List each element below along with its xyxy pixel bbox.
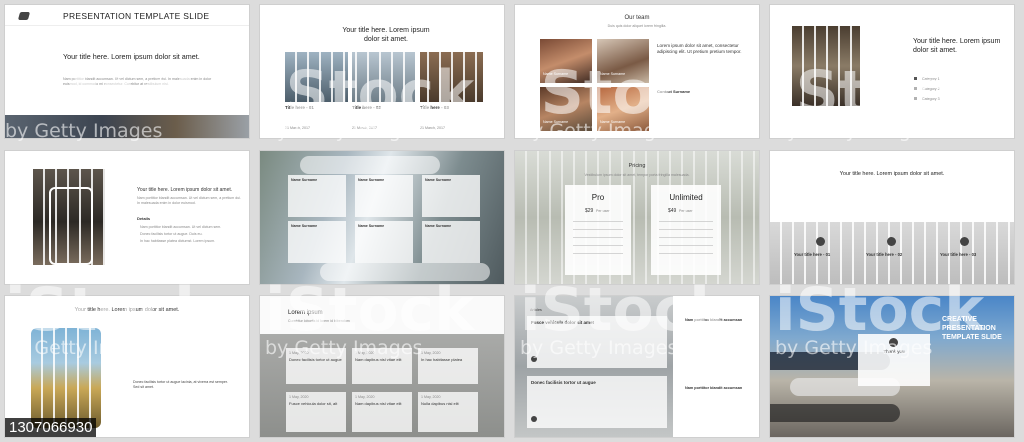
author-avatar: [531, 356, 537, 362]
section-label: Articles: [530, 308, 542, 312]
slide-4[interactable]: Your title here. Lorem ipsum dolor sit a…: [770, 5, 1014, 138]
logo-icon: [17, 12, 31, 20]
card-name: Name Surname: [291, 224, 318, 228]
post-title: Nam dapibus nisl vitae elit: [355, 401, 402, 406]
article-heading: Donec facilisis tortor ut augue: [531, 380, 596, 385]
member-name: Name Surname: [600, 120, 626, 124]
plan-name: Pro: [591, 193, 605, 202]
card-name: Name Surname: [358, 224, 385, 228]
post-date: 1 May, 2020: [355, 351, 375, 355]
item-date: 21 March, 2017: [352, 126, 377, 130]
card-name: Name Surname: [425, 178, 452, 182]
city-photo-strip: [5, 115, 249, 138]
slide-title: Your title here. Lorem ipsum dolor sit a…: [63, 52, 200, 61]
slide-title: Our team: [624, 15, 650, 21]
thankyou-text: Thank you: [883, 349, 905, 354]
member-name: Name Surname: [543, 72, 569, 76]
member-name: Name Surname: [600, 72, 626, 76]
slide-subtitle: Duis quis dolor aliquet lorem fringilla.: [607, 24, 667, 28]
side-heading: Nam porttitor blandit accumsan: [685, 318, 743, 322]
author-avatar: [531, 416, 537, 422]
card-name: Name Surname: [291, 178, 318, 182]
post-date: 1 May, 2020: [289, 395, 309, 399]
slide-title: Lorem ipsum: [288, 310, 323, 316]
slide-3[interactable]: Our team Duis quis dolor aliquet lorem f…: [515, 5, 759, 138]
category-item: Category 3: [922, 97, 940, 101]
slide-11[interactable]: Articles Fusce vehicula dolor sit amet D…: [515, 296, 759, 437]
feature-title: Your title here - 03: [940, 252, 977, 257]
slide-title: Pricing: [628, 163, 646, 169]
slide-1[interactable]: PRESENTATION TEMPLATE SLIDE Your title h…: [5, 5, 249, 138]
slide-title: Your title here. Lorem ipsum dolor sit a…: [342, 27, 430, 43]
bullet-item: Donec facilisis tortor ut augue. Duis eu…: [140, 232, 203, 236]
slide-8[interactable]: Your title here. Lorem ipsum dolor sit a…: [770, 151, 1014, 284]
plan-price: $29: [585, 208, 594, 214]
item-label: Title here - 02: [352, 105, 381, 110]
category-item: Category 2: [922, 87, 940, 91]
slide-10[interactable]: Lorem ipsum Curabitur lobortis id lorem …: [260, 296, 504, 437]
slide-2[interactable]: Your title here. Lorem ipsum dolor sit a…: [260, 5, 504, 138]
slide-title: CREATIVE PRESENTATION TEMPLATE SLIDE: [942, 316, 1002, 341]
logo-icon: [889, 338, 898, 347]
slide-subtitle: Curabitur lobortis id lorem id bibendum: [288, 319, 350, 323]
card-name: Name Surname: [358, 178, 385, 182]
category-item: Category 1: [922, 77, 940, 81]
slide-subtitle: Vestibulum ipsum dolor sit amet, tempor …: [584, 173, 690, 177]
slide-heading: Lorem ipsum dolor sit amet, consectetur …: [657, 43, 742, 54]
member-name: Name Surname: [543, 120, 569, 124]
slide-title: Your title here. Lorem ipsum dolor sit a…: [137, 187, 233, 193]
item-date: 21 March, 2017: [420, 126, 445, 130]
item-date: 21 March, 2017: [285, 126, 310, 130]
plan-name: Unlimited: [669, 193, 703, 202]
slide-body: Nam porttitor blandit accumsan. Ut vel d…: [137, 196, 242, 205]
item-label: Title here - 03: [420, 105, 449, 110]
feature-icon: [816, 237, 825, 246]
slide-7[interactable]: Pricing Vestibulum ipsum dolor sit amet,…: [515, 151, 759, 284]
post-title: In hac habitasse platea: [421, 357, 463, 362]
stock-id: 1307066930: [5, 418, 97, 437]
card-name: Name Surname: [425, 224, 452, 228]
bullet-item: In hac habitasse platea dictumst. Lorem …: [140, 239, 216, 243]
post-date: 1 May, 2020: [289, 351, 309, 355]
plan-price: $49: [668, 208, 677, 214]
slide-title: Your title here. Lorem ipsum dolor sit a…: [913, 38, 1001, 54]
post-title: Nulla dapibus nisl elit: [421, 401, 459, 406]
contact-label: Contact Surname: [657, 89, 691, 94]
plan-period: Per user: [596, 209, 610, 213]
details-label: Details: [137, 216, 151, 221]
post-date: 1 May, 2020: [421, 395, 441, 399]
post-date: 1 May, 2020: [421, 351, 441, 355]
article-heading: Fusce vehicula dolor sit amet: [531, 320, 595, 325]
slide-title: Your title here. Lorem ipsum dolor sit a…: [74, 307, 180, 313]
slide-12[interactable]: CREATIVE PRESENTATION TEMPLATE SLIDE Tha…: [770, 296, 1014, 437]
post-title: Fusce vehicula dolor sit, alt: [289, 401, 338, 406]
feature-title: Your title here - 02: [866, 252, 903, 257]
feature-icon: [960, 237, 969, 246]
slide-body: Donec facilisis tortor ut augue lacinia,…: [133, 380, 228, 389]
slide-header: PRESENTATION TEMPLATE SLIDE: [63, 11, 210, 21]
slide-body: Nam porttitor blandit accumsan. Ut vel d…: [63, 77, 212, 86]
plan-period: Per user: [679, 209, 693, 213]
slide-9[interactable]: Your title here. Lorem ipsum dolor sit a…: [5, 296, 249, 437]
slide-5[interactable]: Your title here. Lorem ipsum dolor sit a…: [5, 151, 249, 284]
bullet-item: Nam porttitor blandit accumsan. Ut vel d…: [140, 225, 222, 229]
slide-6[interactable]: Name Surname Name Surname Name Surname N…: [260, 151, 504, 284]
post-date: 1 May, 2020: [355, 395, 375, 399]
post-title: Donec facilisis tortor ut augue: [289, 357, 342, 362]
feature-icon: [887, 237, 896, 246]
slide-title: Your title here. Lorem ipsum dolor sit a…: [839, 171, 945, 177]
feature-title: Your title here - 01: [794, 252, 831, 257]
post-title: Nam dapibus nisl vitae elit: [355, 357, 402, 362]
side-heading: Nam porttitor blandit accumsan: [685, 386, 743, 390]
item-label: Title here - 01: [285, 105, 314, 110]
